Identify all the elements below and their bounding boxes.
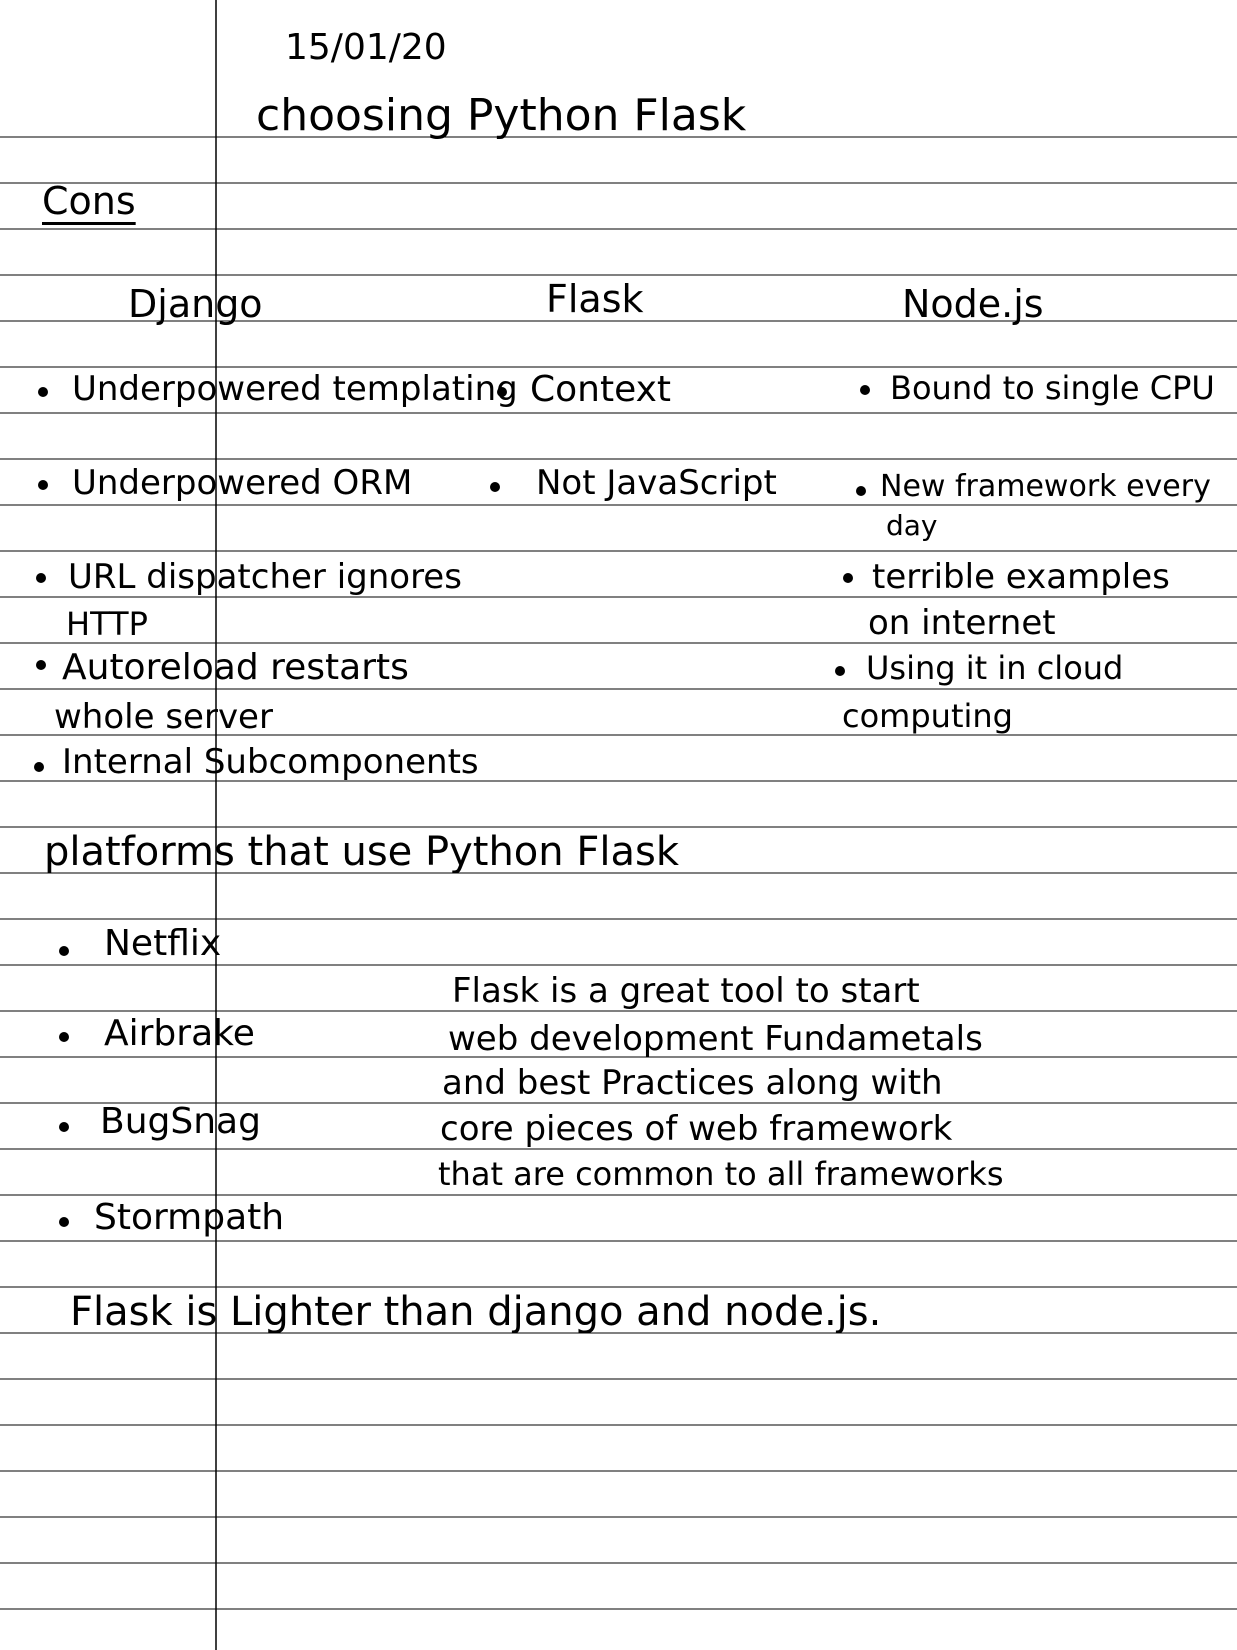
nodejs-heading: Node.js [902,282,1044,326]
django-item-continued: whole server [54,697,273,737]
note-date: 15/01/20 [285,27,447,68]
django-item: Underpowered ORM [72,463,413,503]
django-item: Underpowered templating [72,369,518,409]
cons-heading: Cons [42,179,136,223]
bullet-icon [835,666,845,676]
notebook-page: 15/01/20 choosing Python Flask Cons Djan… [0,0,1237,1650]
nodejs-item: Using it in cloud [866,649,1124,687]
note-line: core pieces of web framework [440,1109,953,1149]
ruled-lines [0,0,1237,1650]
nodejs-item-continued: on internet [868,603,1056,643]
bullet-icon [59,1032,69,1042]
platform-item: Airbrake [104,1013,255,1054]
bullet-icon [36,660,46,670]
bullet-icon [38,387,48,397]
nodejs-item: Bound to single CPU [890,369,1215,407]
flask-heading: Flask [546,277,644,321]
bullet-icon [59,946,69,956]
flask-item: Not JavaScript [536,463,777,503]
bullet-icon [38,480,48,490]
note-line: that are common to all frameworks [438,1155,1004,1193]
bullet-icon [59,1122,69,1132]
nodejs-item: terrible examples [872,557,1170,597]
bullet-icon [497,387,507,397]
bullet-icon [34,762,44,772]
page-title: choosing Python Flask [256,90,747,141]
django-heading: Django [128,282,263,326]
platforms-heading: platforms that use Python Flask [44,829,679,875]
django-item-continued: HTTP [66,605,148,643]
django-item: Autoreload restarts [62,647,409,688]
nodejs-item: New framework every [880,469,1211,504]
platform-item: Stormpath [94,1197,285,1238]
platform-item: Netflix [104,923,222,964]
note-line: Flask is a great tool to start [452,971,920,1011]
bullet-icon [490,482,500,492]
flask-item: Context [530,369,672,410]
conclusion-text: Flask is Lighter than django and node.js… [70,1289,882,1335]
note-line: and best Practices along with [442,1063,943,1103]
platform-item: BugSnag [100,1101,261,1142]
bullet-icon [36,573,46,583]
bullet-icon [843,573,853,583]
django-item: Internal Subcomponents [62,742,479,782]
bullet-icon [860,385,870,395]
nodejs-item-continued: computing [842,697,1013,735]
nodejs-item-continued: day [886,509,938,542]
bullet-icon [59,1217,69,1227]
note-line: web development Fundametals [448,1019,983,1059]
bullet-icon [856,486,866,496]
django-item: URL dispatcher ignores [68,557,462,597]
